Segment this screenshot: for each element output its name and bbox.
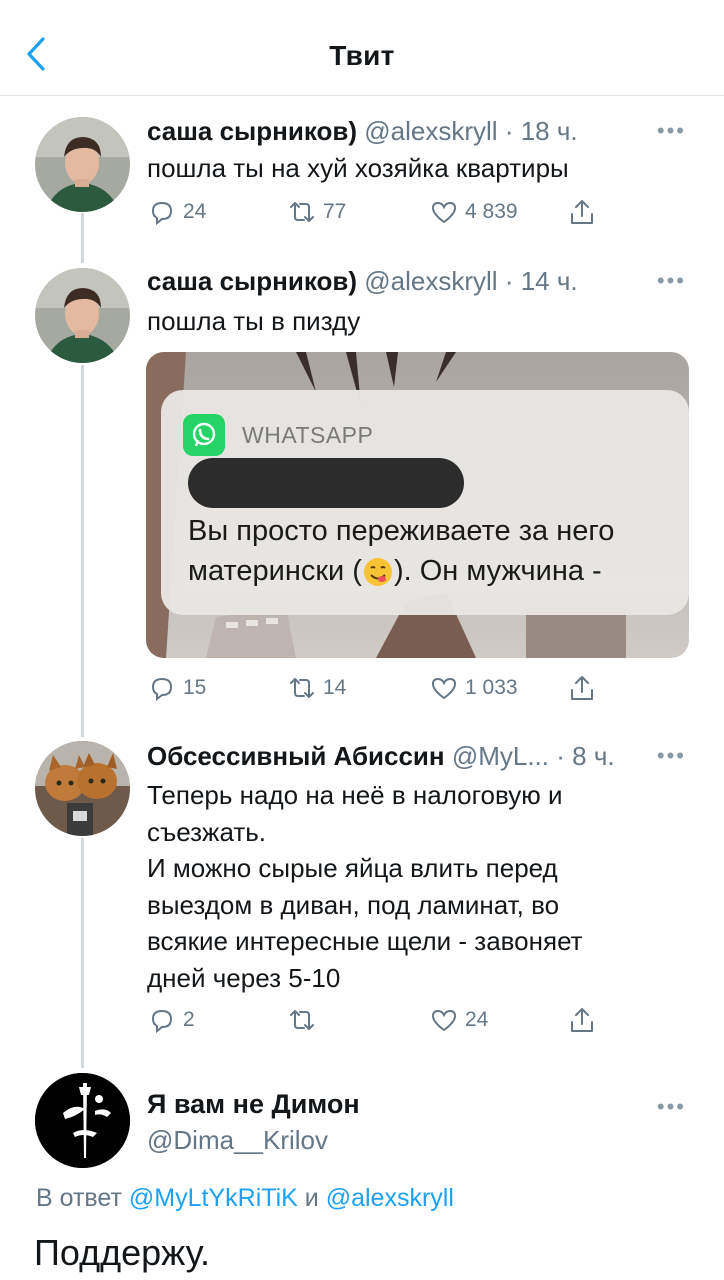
more-dots-icon[interactable]: •••	[657, 1094, 686, 1120]
mention-link[interactable]: @alexskryll	[326, 1184, 454, 1212]
username[interactable]: @Dima__Krilov	[147, 1125, 328, 1156]
tweet-text: Поддержу.	[34, 1232, 211, 1273]
reply-context: В ответ @MyLtYkRiTiK и @alexskryll	[36, 1184, 454, 1213]
reply-and: и	[304, 1184, 319, 1212]
mention-link[interactable]: @MyLtYkRiTiK	[129, 1184, 298, 1212]
avatar[interactable]	[35, 1073, 130, 1168]
main-tweet[interactable]: Я вам не Димон @Dima__Krilov ••• В ответ…	[0, 0, 724, 1280]
display-name[interactable]: Я вам не Димон	[147, 1089, 360, 1120]
reply-prefix: В ответ	[36, 1184, 122, 1212]
